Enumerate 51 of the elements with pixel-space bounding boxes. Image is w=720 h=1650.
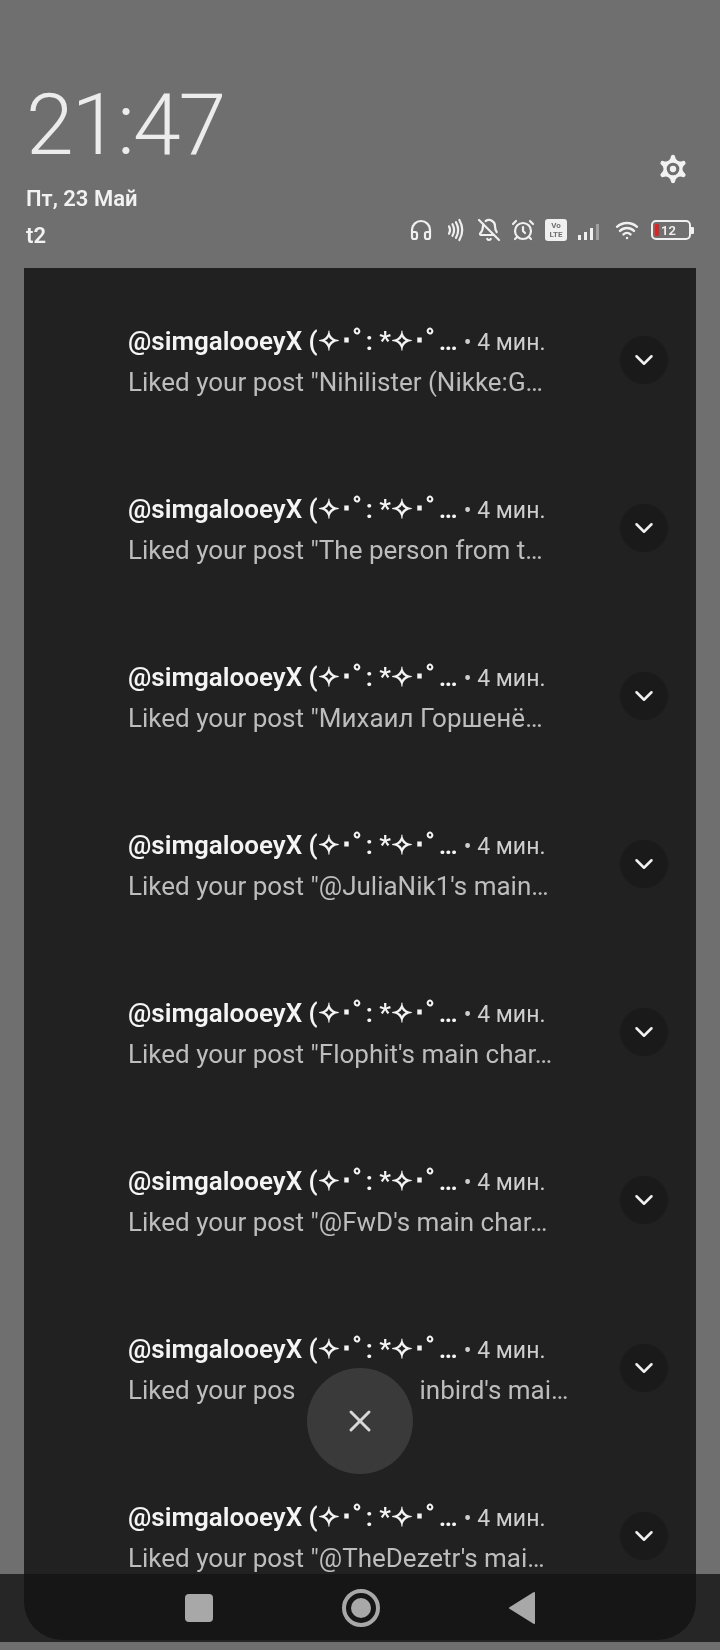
notification-sender: @simgalooeyX (✧･ﾟ: *✧･ﾟ… — [128, 494, 458, 524]
notification[interactable]: @simgalooeyX (✧･ﾟ: *✧･ﾟ… • 4 мин. Liked your post "@JuliaNik1's main… — [24, 830, 696, 898]
home-icon[interactable] — [341, 1588, 381, 1628]
battery-level: 12 — [661, 223, 676, 237]
notification[interactable]: @simgalooeyX (✧･ﾟ: *✧･ﾟ… • 4 мин. Liked your post "@FwD's main char… — [24, 1166, 696, 1234]
volte-badge: Vo LTE — [545, 219, 567, 241]
expand-button[interactable] — [620, 336, 668, 384]
recents-icon[interactable] — [183, 1593, 214, 1623]
notification-time: • 4 мин. — [463, 1336, 546, 1366]
expand-button[interactable] — [620, 1176, 668, 1224]
notification[interactable]: @simgalooeyX (✧･ﾟ: *✧･ﾟ… • 4 мин. Liked your post "Flophit's main char… — [24, 998, 696, 1066]
notification-sender: @simgalooeyX (✧･ﾟ: *✧･ﾟ… — [128, 1502, 458, 1532]
notification-text: Liked your post "Nihilister (Nikke:G… — [128, 366, 543, 397]
notification-time: • 4 мин. — [463, 1504, 546, 1534]
notification-text: Liked your post "@TheDezetr's mai… — [128, 1542, 545, 1573]
notification-text: Liked your pos — [128, 1374, 296, 1405]
expand-button[interactable] — [620, 504, 668, 552]
notification-sender: @simgalooeyX (✧･ﾟ: *✧･ﾟ… — [128, 830, 458, 860]
clock: 21:47 — [26, 82, 225, 168]
notification-text: Liked your post "@FwD's main char… — [128, 1206, 548, 1237]
notification-text: inbird's mai… — [419, 1374, 569, 1405]
notification-time: • 4 мин. — [463, 496, 546, 526]
notification[interactable]: @simgalooeyX (✧･ﾟ: *✧･ﾟ… • 4 мин. Liked your post "@TheDezetr's mai… — [24, 1502, 696, 1570]
expand-button[interactable] — [620, 672, 668, 720]
notification[interactable]: @simgalooeyX (✧･ﾟ: *✧･ﾟ… • 4 мин. Liked your post "Михаил Горшенё… — [24, 662, 696, 730]
headphones-icon — [409, 218, 433, 242]
notification-sender: @simgalooeyX (✧･ﾟ: *✧･ﾟ… — [128, 326, 458, 356]
muted-bell-icon — [477, 218, 501, 242]
notification-time: • 4 мин. — [463, 328, 546, 358]
notification[interactable]: @simgalooeyX (✧･ﾟ: *✧･ﾟ… • 4 мин. Liked your post "The person from t… — [24, 494, 696, 562]
notification-sender: @simgalooeyX (✧･ﾟ: *✧･ﾟ… — [128, 1166, 458, 1196]
notification-sender: @simgalooeyX (✧･ﾟ: *✧･ﾟ… — [128, 1334, 458, 1364]
alarm-icon — [511, 218, 535, 242]
notification-text: Liked your post "Михаил Горшенё… — [128, 702, 543, 733]
expand-button[interactable] — [620, 1008, 668, 1056]
notification-time: • 4 мин. — [463, 1000, 546, 1030]
notification[interactable]: @simgalooeyX (✧･ﾟ: *✧･ﾟ… • 4 мин. Liked your pos inbird's mai… — [24, 1334, 696, 1402]
notification-sender: @simgalooeyX (✧･ﾟ: *✧･ﾟ… — [128, 662, 458, 692]
expand-button[interactable] — [620, 1512, 668, 1560]
back-icon[interactable] — [508, 1591, 537, 1625]
notification-time: • 4 мин. — [463, 664, 546, 694]
notification-sender: @simgalooeyX (✧･ﾟ: *✧･ﾟ… — [128, 998, 458, 1028]
notification-text: Liked your post "The person from t… — [128, 534, 543, 565]
notification-text: Liked your post "@JuliaNik1's main… — [128, 870, 549, 901]
notification-time: • 4 мин. — [463, 832, 546, 862]
expand-button[interactable] — [620, 840, 668, 888]
notification-text: Liked your post "Flophit's main char… — [128, 1038, 553, 1069]
notification-time: • 4 мин. — [463, 1168, 546, 1198]
date: Пт, 23 Май — [26, 185, 138, 213]
expand-button[interactable] — [620, 1344, 668, 1392]
carrier: t2 — [26, 222, 46, 250]
